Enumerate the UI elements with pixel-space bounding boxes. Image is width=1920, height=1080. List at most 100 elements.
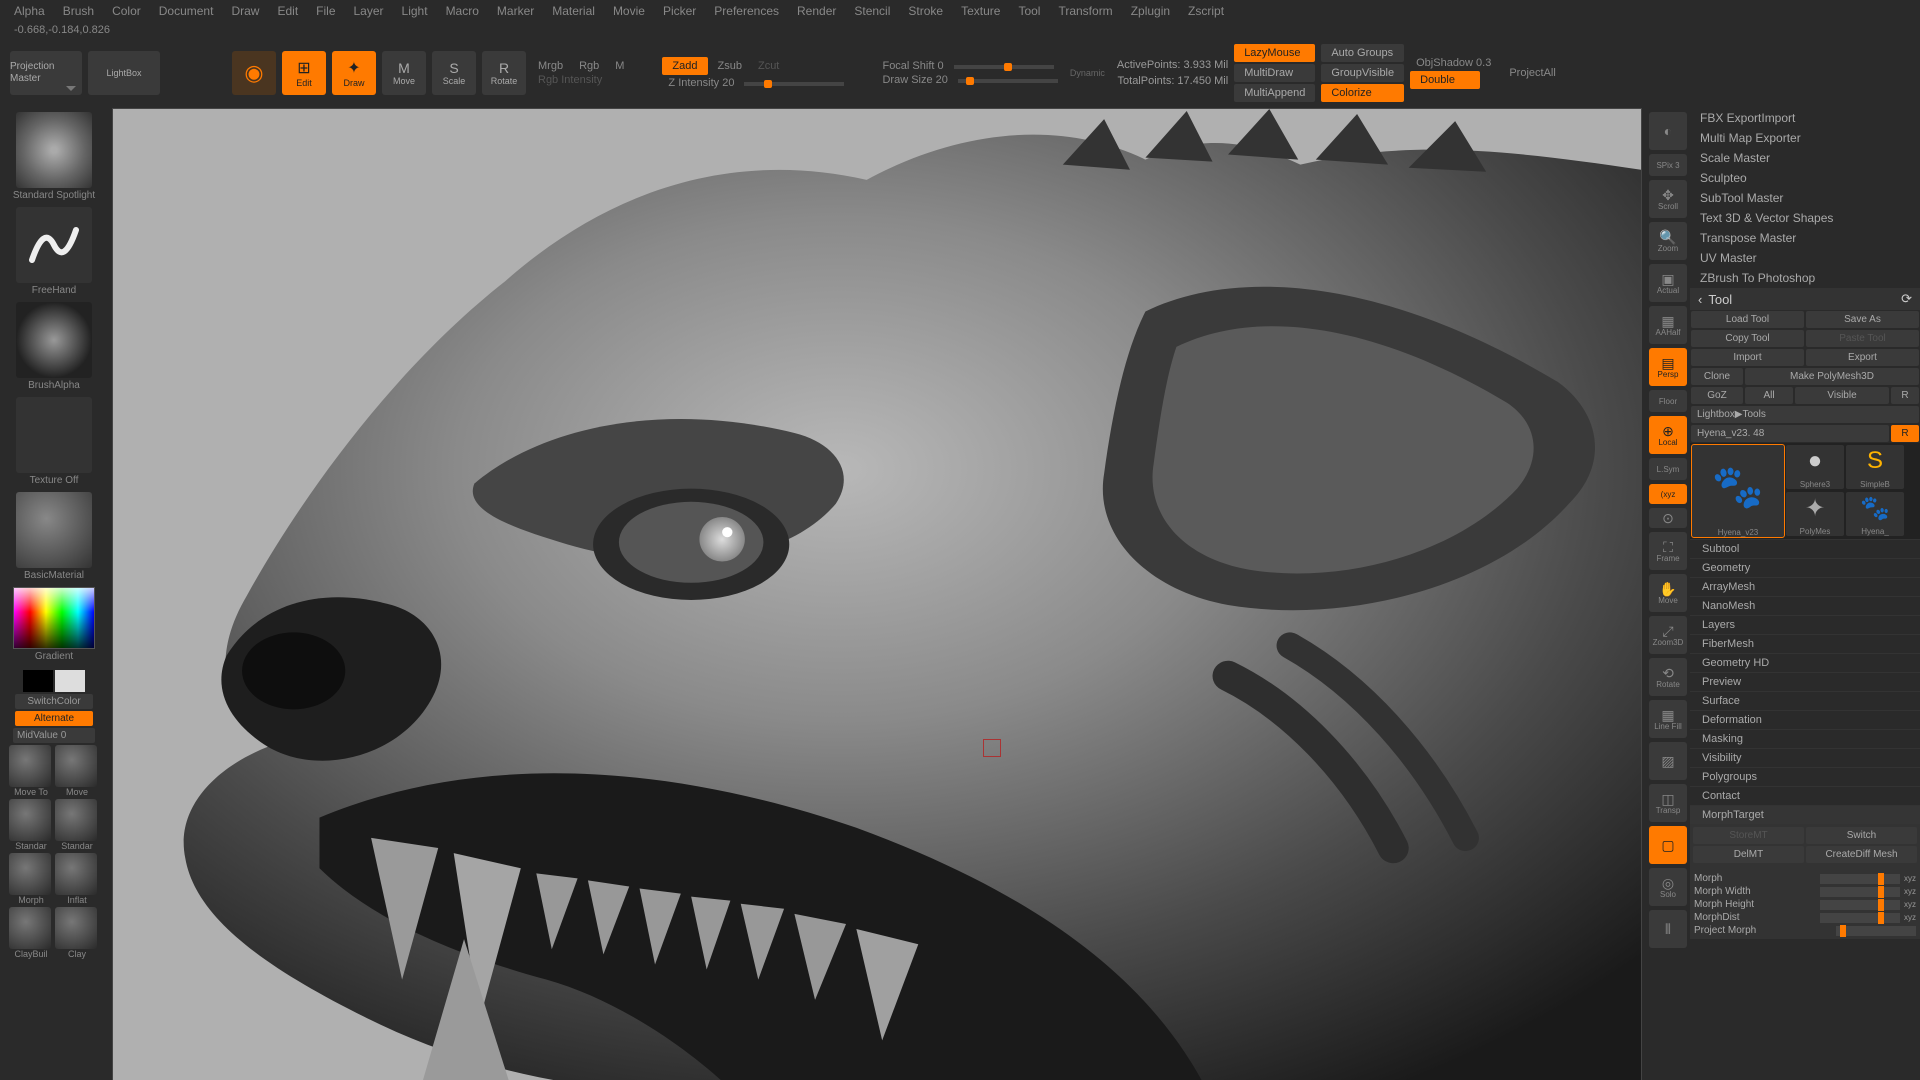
- export-button[interactable]: Export: [1806, 349, 1919, 366]
- menu-item[interactable]: Edit: [277, 4, 298, 18]
- tool-thumb[interactable]: ✦PolyMes: [1786, 492, 1844, 536]
- persp-button[interactable]: ▤Persp: [1649, 348, 1687, 386]
- brush-variant[interactable]: [55, 853, 97, 895]
- plugin-item[interactable]: FBX ExportImport: [1690, 108, 1920, 128]
- tool-panel-header[interactable]: ‹ Tool ⟳: [1690, 288, 1920, 310]
- morph-dist-slider[interactable]: MorphDistxyz: [1692, 911, 1918, 924]
- tool-thumb[interactable]: 🐾Hyena_: [1846, 492, 1904, 536]
- brush-variant[interactable]: [55, 907, 97, 949]
- zadd-toggle[interactable]: Zadd: [662, 57, 707, 75]
- z-intensity-slider[interactable]: Z Intensity 20: [662, 77, 740, 89]
- plugin-item[interactable]: Transpose Master: [1690, 228, 1920, 248]
- goz-visible-button[interactable]: Visible: [1795, 387, 1889, 404]
- zoom3d-button[interactable]: ⤢Zoom3D: [1649, 616, 1687, 654]
- section-deformation[interactable]: Deformation: [1690, 710, 1920, 729]
- move-button[interactable]: MMove: [382, 51, 426, 95]
- load-tool-button[interactable]: Load Tool: [1691, 311, 1804, 328]
- lightbox-tools-button[interactable]: Lightbox▶Tools: [1691, 406, 1919, 423]
- 3d-viewport[interactable]: [112, 108, 1642, 1080]
- morph-slider[interactable]: Morphxyz: [1692, 872, 1918, 885]
- scroll-button[interactable]: ✥Scroll: [1649, 180, 1687, 218]
- solo-button[interactable]: ◎Solo: [1649, 868, 1687, 906]
- xpose-button[interactable]: ⫴: [1649, 910, 1687, 948]
- plugin-item[interactable]: SubTool Master: [1690, 188, 1920, 208]
- draw-button[interactable]: ✦Draw: [332, 51, 376, 95]
- section-geometryhd[interactable]: Geometry HD: [1690, 653, 1920, 672]
- double-toggle[interactable]: Double: [1410, 71, 1480, 89]
- mrgb-toggle[interactable]: Mrgb: [532, 60, 569, 72]
- local-button[interactable]: ⊕Local: [1649, 416, 1687, 454]
- plugin-item[interactable]: ZBrush To Photoshop: [1690, 268, 1920, 288]
- brush-variant[interactable]: [9, 907, 51, 949]
- save-as-button[interactable]: Save As: [1806, 311, 1919, 328]
- m-toggle[interactable]: M: [609, 60, 630, 72]
- section-contact[interactable]: Contact: [1690, 786, 1920, 805]
- bpr-button[interactable]: ◐: [1649, 112, 1687, 150]
- menu-item[interactable]: Marker: [497, 4, 534, 18]
- switchcolor-button[interactable]: SwitchColor: [15, 694, 93, 709]
- menu-item[interactable]: Macro: [446, 4, 479, 18]
- plugin-item[interactable]: Sculpteo: [1690, 168, 1920, 188]
- delmt-button[interactable]: DelMT: [1693, 846, 1804, 863]
- menu-item[interactable]: Preferences: [714, 4, 779, 18]
- section-fibermesh[interactable]: FiberMesh: [1690, 634, 1920, 653]
- menu-item[interactable]: Render: [797, 4, 836, 18]
- multiappend-toggle[interactable]: MultiAppend: [1234, 84, 1315, 102]
- clone-button[interactable]: Clone: [1691, 368, 1743, 385]
- section-layers[interactable]: Layers: [1690, 615, 1920, 634]
- dynamic-toggle[interactable]: Dynamic: [1064, 68, 1111, 78]
- color-swatches[interactable]: [23, 670, 85, 692]
- menu-item[interactable]: File: [316, 4, 335, 18]
- multidraw-toggle[interactable]: MultiDraw: [1234, 64, 1315, 82]
- lsym-button[interactable]: L.Sym: [1649, 458, 1687, 480]
- goz-button[interactable]: GoZ: [1691, 387, 1743, 404]
- section-geometry[interactable]: Geometry: [1690, 558, 1920, 577]
- menu-item[interactable]: Document: [159, 4, 214, 18]
- paste-tool-button[interactable]: Paste Tool: [1806, 330, 1919, 347]
- brush-variant[interactable]: [55, 745, 97, 787]
- refresh-icon[interactable]: ⟳: [1901, 291, 1912, 307]
- menu-item[interactable]: Texture: [961, 4, 1000, 18]
- menu-item[interactable]: Zscript: [1188, 4, 1224, 18]
- move3d-button[interactable]: ✋Move: [1649, 574, 1687, 612]
- zcut-toggle[interactable]: Zcut: [752, 60, 785, 72]
- material-thumbnail[interactable]: [16, 492, 92, 568]
- section-preview[interactable]: Preview: [1690, 672, 1920, 691]
- aahalf-button[interactable]: ▦AAHalf: [1649, 306, 1687, 344]
- menu-item[interactable]: Stroke: [908, 4, 943, 18]
- menu-item[interactable]: Alpha: [14, 4, 45, 18]
- floor-button[interactable]: Floor: [1649, 390, 1687, 412]
- section-masking[interactable]: Masking: [1690, 729, 1920, 748]
- menu-item[interactable]: Picker: [663, 4, 696, 18]
- alpha-thumbnail[interactable]: [16, 302, 92, 378]
- section-arraymesh[interactable]: ArrayMesh: [1690, 577, 1920, 596]
- plugin-item[interactable]: Multi Map Exporter: [1690, 128, 1920, 148]
- projection-master-button[interactable]: Projection Master: [10, 51, 82, 95]
- projectall-button[interactable]: ProjectAll: [1503, 67, 1561, 79]
- edit-button[interactable]: ⊞Edit: [282, 51, 326, 95]
- morph-height-slider[interactable]: Morph Heightxyz: [1692, 898, 1918, 911]
- rotate-button[interactable]: RRotate: [482, 51, 526, 95]
- zoom-button[interactable]: 🔍Zoom: [1649, 222, 1687, 260]
- colorize-toggle[interactable]: Colorize: [1321, 84, 1404, 102]
- storemt-button[interactable]: StoreMT: [1693, 827, 1804, 844]
- sketch-icon[interactable]: ◉: [232, 51, 276, 95]
- section-surface[interactable]: Surface: [1690, 691, 1920, 710]
- stroke-thumbnail[interactable]: [16, 207, 92, 283]
- rotate3d-button[interactable]: ⟲Rotate: [1649, 658, 1687, 696]
- menu-item[interactable]: Draw: [231, 4, 259, 18]
- brush-variant[interactable]: [9, 799, 51, 841]
- spix-slider[interactable]: SPix 3: [1649, 154, 1687, 176]
- texture-thumbnail[interactable]: [16, 397, 92, 473]
- tool-r-button[interactable]: R: [1891, 425, 1919, 442]
- plugin-item[interactable]: UV Master: [1690, 248, 1920, 268]
- draw-size-slider[interactable]: Draw Size 20: [876, 74, 953, 86]
- center-icon[interactable]: ⊙: [1649, 508, 1687, 528]
- goz-all-button[interactable]: All: [1745, 387, 1793, 404]
- brush-variant[interactable]: [55, 799, 97, 841]
- menu-item[interactable]: Color: [112, 4, 141, 18]
- frame-button[interactable]: ⛶Frame: [1649, 532, 1687, 570]
- scale-button[interactable]: SScale: [432, 51, 476, 95]
- zsub-toggle[interactable]: Zsub: [712, 60, 748, 72]
- rgb-toggle[interactable]: Rgb: [573, 60, 605, 72]
